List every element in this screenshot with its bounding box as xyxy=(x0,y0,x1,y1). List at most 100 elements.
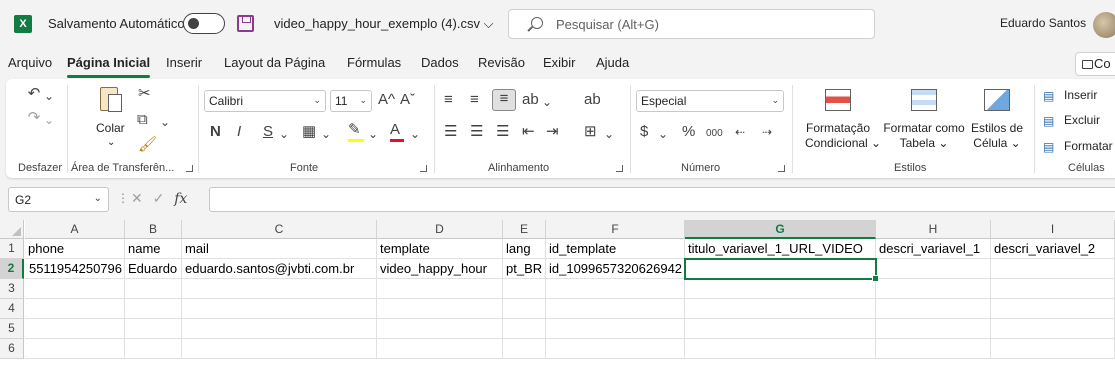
tab-exibir[interactable]: Exibir xyxy=(543,55,576,70)
cell-i2[interactable] xyxy=(991,259,1115,279)
wrap-text-icon[interactable]: ab xyxy=(584,91,601,109)
cell-i5[interactable] xyxy=(991,319,1115,339)
cell-d1[interactable]: template xyxy=(377,239,503,259)
number-launcher-icon[interactable] xyxy=(778,165,785,172)
chevron-down-icon[interactable]: ⌄ xyxy=(321,125,331,143)
align-middle-icon[interactable]: ≡ xyxy=(470,91,479,109)
conditional-format-button[interactable]: Formatação Condicional ⌄ xyxy=(805,121,881,151)
bold-button[interactable]: N xyxy=(210,123,221,141)
align-left-icon[interactable]: ☰ xyxy=(444,123,457,141)
cell-h3[interactable] xyxy=(876,279,991,299)
increase-indent-icon[interactable]: ⇥ xyxy=(546,123,559,141)
format-table-button[interactable]: Formatar como Tabela ⌄ xyxy=(882,121,966,151)
chevron-down-icon[interactable]: ⌄ xyxy=(658,125,668,143)
cut-icon[interactable]: ✂ xyxy=(138,85,151,103)
formula-input[interactable] xyxy=(209,187,1115,212)
chevron-down-icon[interactable]: ⌄ xyxy=(542,93,552,111)
copy-icon[interactable]: ⧉ xyxy=(137,111,148,129)
active-cell-selection[interactable] xyxy=(684,258,879,282)
cell-a6[interactable] xyxy=(25,339,125,359)
cell-e1[interactable]: lang xyxy=(503,239,546,259)
document-title[interactable]: video_happy_hour_exemplo (4).csv ⌵ xyxy=(274,16,493,32)
save-icon[interactable] xyxy=(237,15,254,32)
column-header-g[interactable]: G xyxy=(685,220,876,239)
increase-decimal-icon[interactable]: ⇠ xyxy=(735,123,745,141)
avatar[interactable] xyxy=(1093,12,1115,38)
cell-a4[interactable] xyxy=(25,299,125,319)
cell-i1[interactable]: descri_variavel_2 xyxy=(991,239,1115,259)
cell-d5[interactable] xyxy=(377,319,503,339)
chevron-down-icon[interactable]: ⌄ xyxy=(160,113,170,131)
cell-styles-button[interactable]: Estilos de Célula ⌄ xyxy=(970,121,1024,151)
chevron-down-icon[interactable]: ⌄ xyxy=(107,135,115,150)
tab-pagina-inicial[interactable]: Página Inicial xyxy=(67,55,151,78)
comments-button[interactable]: Co xyxy=(1075,52,1115,76)
row-header-3[interactable]: 3 xyxy=(0,279,24,299)
row-header-5[interactable]: 5 xyxy=(0,319,24,339)
cell-e2[interactable]: pt_BR xyxy=(503,259,546,279)
cell-f5[interactable] xyxy=(546,319,685,339)
column-header-i[interactable]: I xyxy=(991,220,1115,239)
column-header-c[interactable]: C xyxy=(182,220,377,239)
column-header-f[interactable]: F xyxy=(546,220,685,239)
underline-button[interactable]: S xyxy=(263,123,273,141)
chevron-down-icon[interactable]: ⌄ xyxy=(604,125,614,143)
cell-h5[interactable] xyxy=(876,319,991,339)
tab-layout-da-pagina[interactable]: Layout da Página xyxy=(224,55,325,70)
tab-dados[interactable]: Dados xyxy=(421,55,459,70)
search-box[interactable]: Pesquisar (Alt+G) xyxy=(508,9,875,39)
chevron-down-icon[interactable]: ⌄ xyxy=(368,125,378,143)
cell-i4[interactable] xyxy=(991,299,1115,319)
paste-icon[interactable] xyxy=(96,85,126,113)
clipboard-launcher-icon[interactable] xyxy=(186,165,193,172)
cell-g1[interactable]: titulo_variavel_1_URL_VIDEO xyxy=(685,239,876,259)
cell-f4[interactable] xyxy=(546,299,685,319)
cell-e6[interactable] xyxy=(503,339,546,359)
alignment-launcher-icon[interactable] xyxy=(616,165,623,172)
cell-c5[interactable] xyxy=(182,319,377,339)
merge-icon[interactable]: ⊞ xyxy=(584,123,597,141)
insert-cells-button[interactable]: Inserir xyxy=(1064,88,1097,103)
row-header-6[interactable]: 6 xyxy=(0,339,24,359)
cell-styles-icon[interactable] xyxy=(982,87,1012,115)
delete-cells-button[interactable]: Excluir xyxy=(1064,113,1100,128)
cell-e5[interactable] xyxy=(503,319,546,339)
font-color-icon[interactable]: A xyxy=(390,121,404,142)
fill-color-icon[interactable]: ✎ xyxy=(348,121,364,142)
cell-c1[interactable]: mail xyxy=(182,239,377,259)
cell-c4[interactable] xyxy=(182,299,377,319)
cell-d2[interactable]: video_happy_hour xyxy=(377,259,503,279)
align-top-icon[interactable]: ≡ xyxy=(444,91,453,109)
name-box[interactable]: G2 ⌄ xyxy=(8,187,109,212)
cell-f1[interactable]: id_template xyxy=(546,239,685,259)
shrink-font-icon[interactable]: Aˇ xyxy=(400,91,415,109)
cell-b5[interactable] xyxy=(125,319,182,339)
decrease-indent-icon[interactable]: ⇤ xyxy=(522,123,535,141)
cell-f6[interactable] xyxy=(546,339,685,359)
cell-d3[interactable] xyxy=(377,279,503,299)
cell-d4[interactable] xyxy=(377,299,503,319)
cell-e3[interactable] xyxy=(503,279,546,299)
align-center-icon[interactable]: ☰ xyxy=(470,123,483,141)
cell-f3[interactable] xyxy=(546,279,685,299)
thousands-icon[interactable]: 000 xyxy=(706,125,723,143)
format-table-icon[interactable] xyxy=(909,87,939,115)
cell-d6[interactable] xyxy=(377,339,503,359)
paste-label[interactable]: Colar xyxy=(96,121,125,136)
insert-cells-icon[interactable]: ▤ xyxy=(1043,87,1054,105)
format-cells-icon[interactable]: ▤ xyxy=(1043,138,1054,156)
currency-icon[interactable]: $ xyxy=(640,123,648,141)
select-all-corner[interactable] xyxy=(0,220,24,239)
orientation-icon[interactable]: ab xyxy=(522,91,539,109)
conditional-format-icon[interactable] xyxy=(823,87,853,115)
cell-h6[interactable] xyxy=(876,339,991,359)
grow-font-icon[interactable]: A^ xyxy=(378,91,395,109)
column-header-e[interactable]: E xyxy=(503,220,546,239)
column-header-d[interactable]: D xyxy=(377,220,503,239)
cell-g3[interactable] xyxy=(685,279,876,299)
cell-g6[interactable] xyxy=(685,339,876,359)
column-header-b[interactable]: B xyxy=(125,220,182,239)
cell-f2[interactable]: id_1099657320626942 xyxy=(546,259,685,279)
tab-ajuda[interactable]: Ajuda xyxy=(596,55,629,70)
row-header-2[interactable]: 2 xyxy=(0,259,24,279)
